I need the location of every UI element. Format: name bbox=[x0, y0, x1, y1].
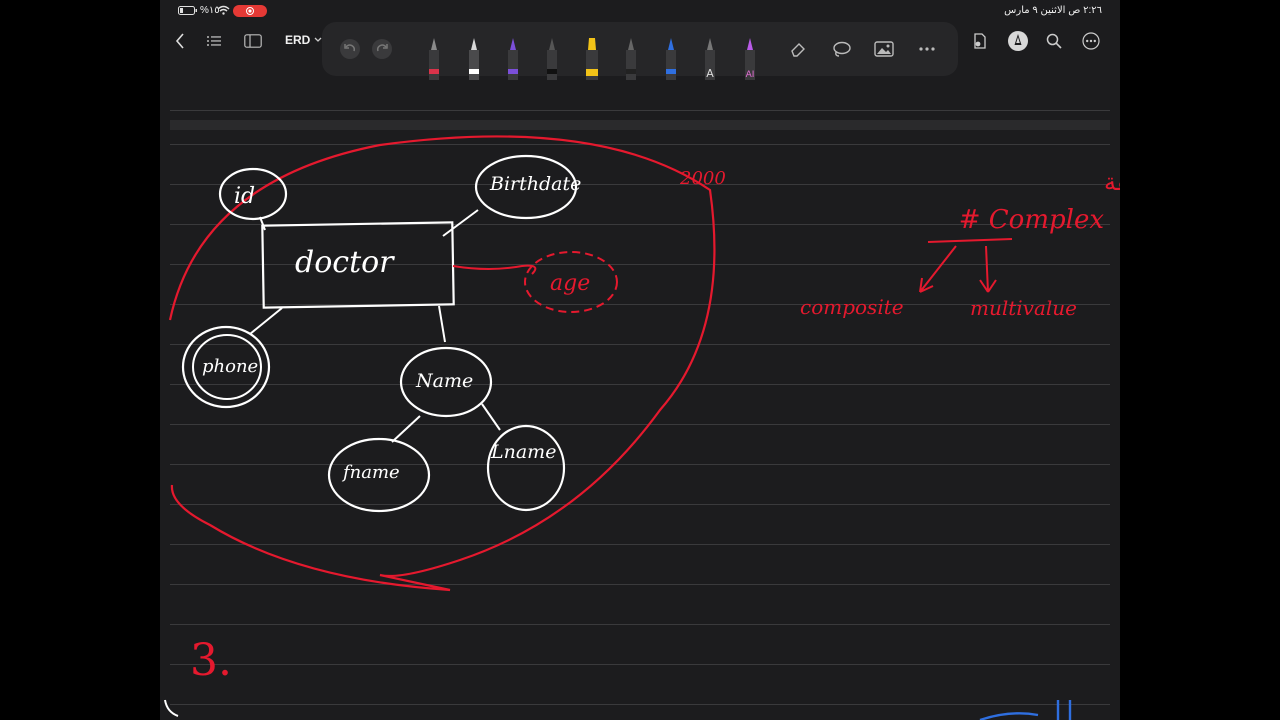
undo-button[interactable] bbox=[338, 38, 362, 60]
redo-button[interactable] bbox=[370, 38, 394, 60]
arrow-to-multivalue bbox=[979, 245, 997, 293]
attr-phone-label: phone bbox=[202, 356, 258, 377]
attr-lname-label: Lname bbox=[490, 441, 556, 463]
undo-icon bbox=[340, 39, 360, 59]
handwriting-layer: doctor id Birthdate age phone Name fname… bbox=[168, 135, 1120, 720]
composite-label: composite bbox=[800, 295, 904, 319]
note-page[interactable]: doctor id Birthdate age phone Name fname… bbox=[160, 60, 1120, 720]
attr-lname-ellipse bbox=[486, 424, 566, 512]
more-icon bbox=[919, 47, 935, 51]
attr-fname-label: fname bbox=[341, 462, 400, 483]
wifi-icon bbox=[217, 5, 230, 15]
sidebar-button[interactable] bbox=[241, 30, 265, 52]
entity-doctor-label: doctor bbox=[295, 245, 395, 280]
back-button[interactable] bbox=[168, 30, 192, 52]
notes-screen: %١٥ ٢:٢٦ ص الاثنين ٩ مارس ERD A AI docto… bbox=[160, 0, 1120, 720]
attr-id-label: id bbox=[234, 184, 255, 209]
palette-more-button[interactable] bbox=[915, 38, 939, 60]
attr-birthdate-label: Birthdate bbox=[489, 173, 581, 195]
list-icon bbox=[207, 36, 221, 46]
status-datetime: ٢:٢٦ ص الاثنين ٩ مارس bbox=[1004, 5, 1102, 16]
redo-icon bbox=[372, 39, 392, 59]
battery-icon bbox=[178, 6, 197, 15]
lasso-icon bbox=[833, 41, 851, 57]
file-icon bbox=[974, 33, 986, 49]
lasso-button[interactable] bbox=[829, 38, 853, 60]
status-bar: %١٥ ٢:٢٦ ص الاثنين ٩ مارس bbox=[160, 0, 1120, 22]
sidebar-icon bbox=[244, 34, 262, 48]
eraser-button[interactable] bbox=[786, 38, 810, 60]
search-icon bbox=[1046, 33, 1062, 49]
file-button[interactable] bbox=[968, 30, 992, 52]
year-annotation: 2000 bbox=[679, 168, 726, 189]
more-button[interactable] bbox=[1079, 30, 1103, 52]
outline-button[interactable] bbox=[202, 30, 226, 52]
complex-attribute-note: # Complex bbox=[959, 205, 1105, 235]
chevron-left-icon bbox=[175, 33, 184, 49]
chevron-down-icon[interactable] bbox=[314, 37, 322, 43]
pen-mode-icon bbox=[1008, 31, 1028, 51]
multivalue-label: multivalue bbox=[970, 296, 1077, 320]
more-icon bbox=[1082, 32, 1100, 50]
derived-attribute-note: # الصف المشتقة bbox=[1104, 168, 1120, 196]
screen-recording-badge bbox=[233, 5, 267, 17]
image-button[interactable] bbox=[872, 38, 896, 60]
record-icon bbox=[246, 7, 254, 15]
blue-ink-stroke bbox=[979, 700, 1072, 720]
image-icon bbox=[874, 41, 894, 57]
corner-stroke bbox=[164, 699, 179, 717]
search-button[interactable] bbox=[1042, 30, 1066, 52]
document-title[interactable]: ERD bbox=[285, 33, 310, 47]
list-number-annotation: 3. bbox=[190, 635, 232, 686]
pen-mode-button[interactable] bbox=[1006, 30, 1030, 52]
attr-age-label: age bbox=[550, 271, 590, 296]
eraser-icon bbox=[791, 43, 805, 57]
attr-name-label: Name bbox=[415, 370, 473, 392]
arrow-to-composite bbox=[919, 245, 957, 293]
